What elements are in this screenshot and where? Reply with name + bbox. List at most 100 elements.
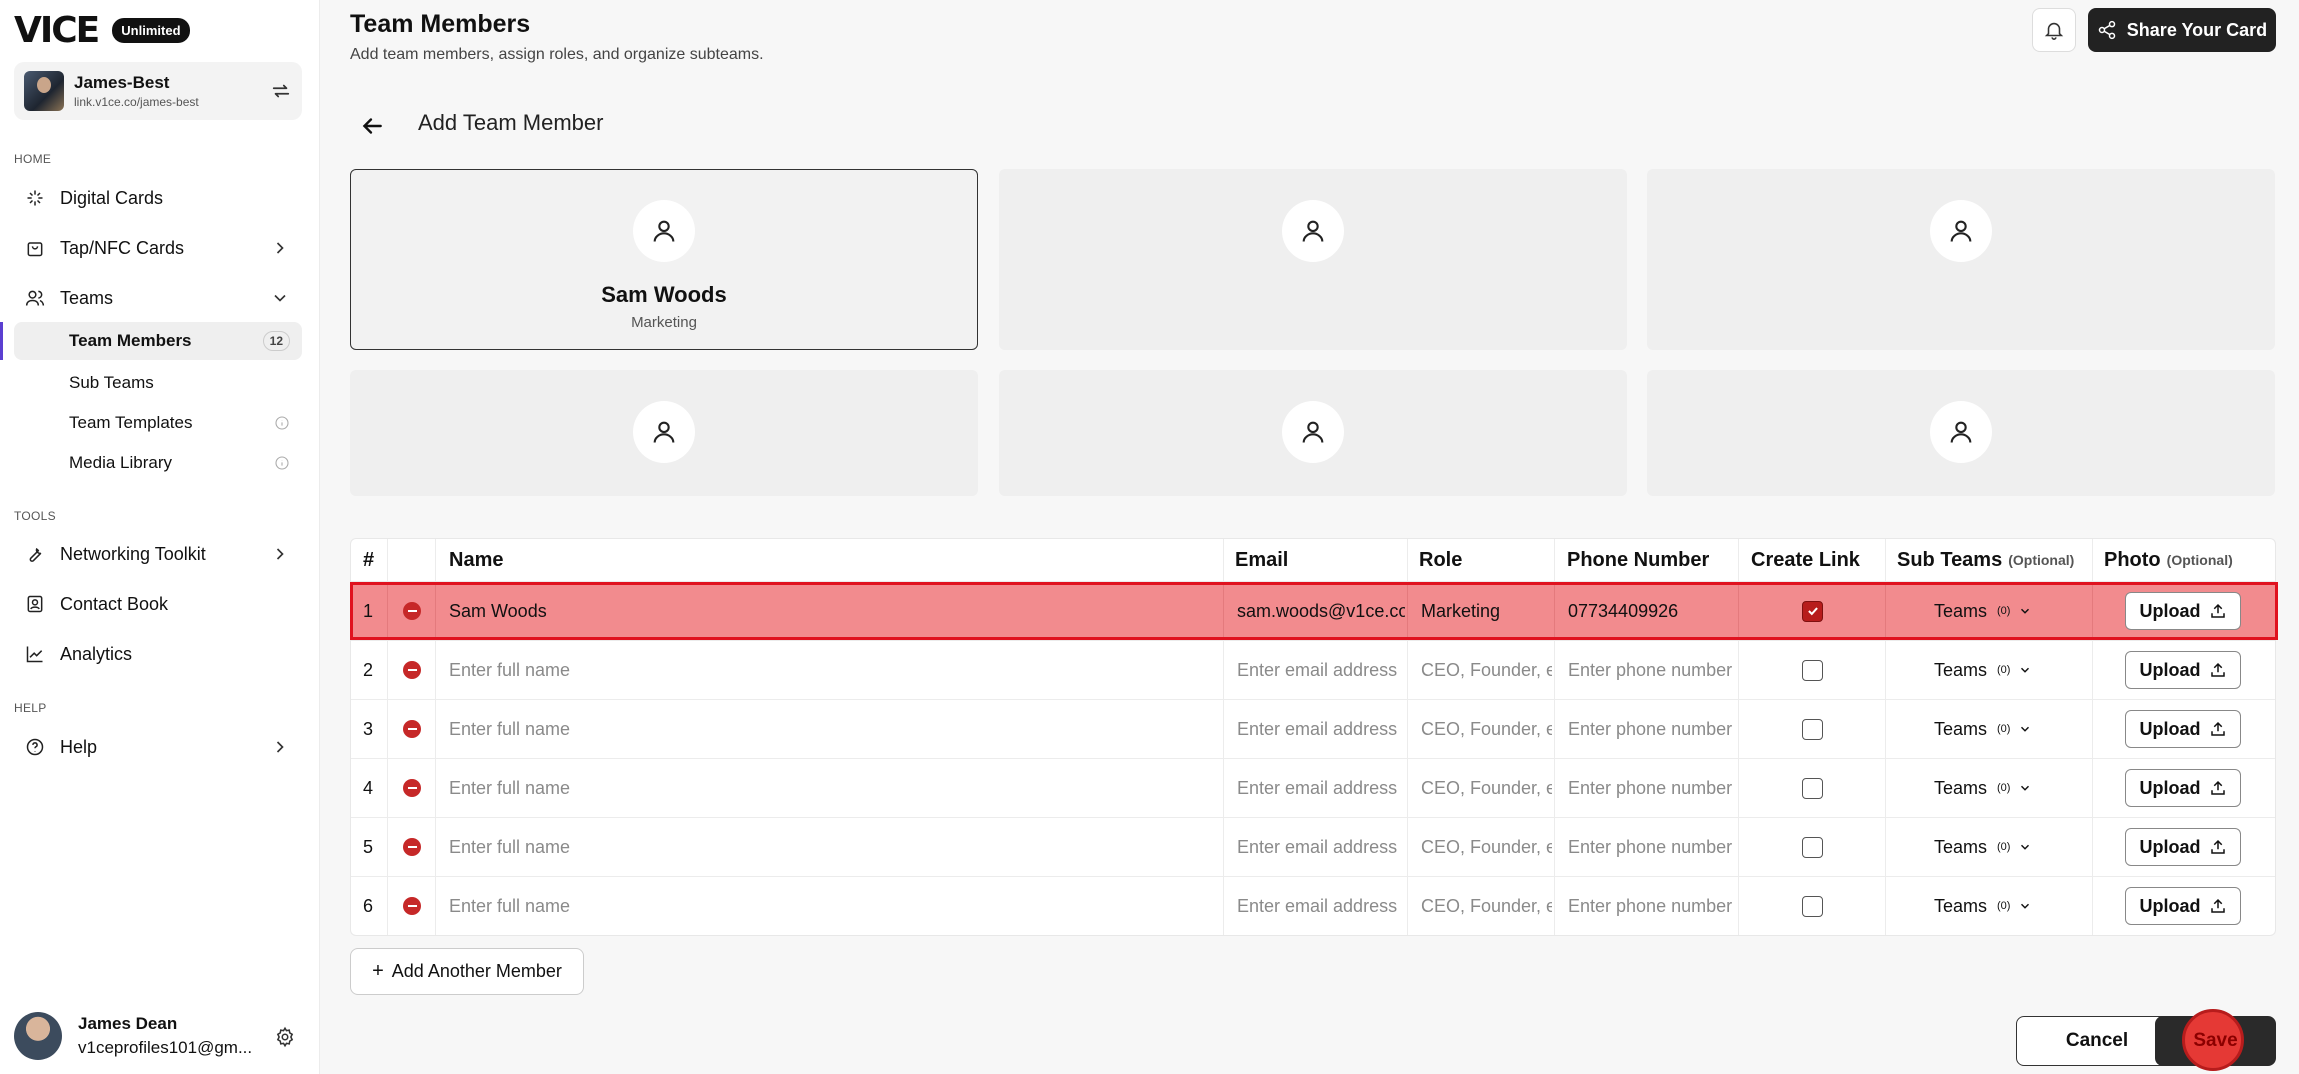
vice-logo[interactable]: VICE (14, 10, 100, 51)
remove-row-button[interactable] (403, 582, 421, 640)
sidebar: VICE Unlimited James-Best link.v1ce.co/j… (0, 0, 320, 1074)
member-preview-card[interactable] (1647, 370, 2275, 496)
nav-label: Help (60, 736, 98, 757)
teams-count: (0) (1997, 664, 2011, 676)
member-preview-card[interactable]: Sam Woods Marketing (350, 169, 978, 350)
email-input-placeholder: Enter email address (1237, 895, 1398, 916)
create-link-checkbox[interactable] (1802, 641, 1823, 699)
upload-photo-button[interactable]: Upload (2125, 641, 2241, 699)
sidebar-item-sub-teams[interactable]: Sub Teams (14, 364, 302, 402)
role-input[interactable]: CEO, Founder, etc. (1409, 818, 1552, 876)
phone-input[interactable]: Enter phone number (1556, 641, 1736, 699)
col-header-sub-teams: Sub Teams (Optional) (1897, 539, 2074, 581)
create-link-checkbox[interactable] (1802, 700, 1823, 758)
minus-circle-icon (403, 720, 421, 738)
save-button[interactable]: Save (2155, 1009, 2276, 1071)
sidebar-item-team-members[interactable]: Team Members 12 (14, 322, 302, 360)
sub-teams-dropdown[interactable]: Teams (0) (1934, 582, 2032, 640)
nav-label: Networking Toolkit (60, 543, 206, 564)
gear-icon[interactable] (274, 1026, 296, 1048)
upload-icon (2210, 721, 2225, 736)
user-profile[interactable]: James Dean v1ceprofiles101@gm... (14, 1008, 304, 1064)
member-preview-card[interactable] (350, 370, 978, 496)
upload-photo-button[interactable]: Upload (2125, 877, 2241, 935)
member-preview-card[interactable] (999, 169, 1627, 350)
role-input[interactable]: CEO, Founder, etc. (1409, 700, 1552, 758)
upload-photo-button[interactable]: Upload (2125, 818, 2241, 876)
nav-help[interactable]: Help (14, 727, 302, 767)
create-link-checkbox[interactable] (1802, 818, 1823, 876)
sub-teams-dropdown[interactable]: Teams (0) (1934, 641, 2032, 699)
sub-teams-dropdown[interactable]: Teams (0) (1934, 877, 2032, 935)
col-header-num: # (363, 548, 375, 571)
email-input[interactable]: Enter email address (1225, 818, 1405, 876)
role-input[interactable]: Marketing (1409, 582, 1552, 640)
email-input[interactable]: Enter email address (1225, 700, 1405, 758)
arrow-left-icon (362, 118, 382, 134)
remove-row-button[interactable] (403, 700, 421, 758)
email-input[interactable]: sam.woods@v1ce.co (1225, 582, 1405, 640)
add-another-member-button[interactable]: + Add Another Member (350, 948, 584, 995)
sub-teams-dropdown[interactable]: Teams (0) (1934, 700, 2032, 758)
role-input[interactable]: CEO, Founder, etc. (1409, 759, 1552, 817)
phone-input[interactable]: Enter phone number (1556, 877, 1736, 935)
nav-label: Analytics (60, 643, 133, 664)
name-input[interactable]: Enter full name (437, 759, 1221, 817)
add-member-label: Add Another Member (391, 961, 562, 981)
sidebar-item-team-templates[interactable]: Team Templates (14, 404, 302, 442)
sidebar-item-media-library[interactable]: Media Library (14, 444, 302, 482)
checkbox-box (1802, 659, 1823, 681)
nav-digital-cards[interactable]: Digital Cards (14, 178, 302, 218)
name-input[interactable]: Enter full name (437, 877, 1221, 935)
nav-analytics[interactable]: Analytics (14, 634, 302, 674)
active-indicator (0, 322, 3, 360)
email-input-placeholder: Enter email address (1237, 777, 1398, 798)
phone-input-value: 07734409926 (1568, 600, 1679, 621)
upload-photo-button[interactable]: Upload (2125, 700, 2241, 758)
notifications-button[interactable] (2032, 8, 2076, 52)
email-input[interactable]: Enter email address (1225, 759, 1405, 817)
role-input[interactable]: CEO, Founder, etc. (1409, 641, 1552, 699)
remove-row-button[interactable] (403, 818, 421, 876)
name-input[interactable]: Enter full name (437, 641, 1221, 699)
remove-row-button[interactable] (403, 877, 421, 935)
role-input[interactable]: CEO, Founder, etc. (1409, 877, 1552, 935)
chevron-right-icon (276, 242, 284, 254)
header-text: Sub Teams (1897, 548, 2003, 571)
minus-circle-icon (403, 838, 421, 856)
back-button[interactable] (352, 106, 392, 146)
account-switcher[interactable]: James-Best link.v1ce.co/james-best (14, 62, 302, 120)
switch-account-icon[interactable] (270, 80, 292, 102)
name-input[interactable]: Enter full name (437, 818, 1221, 876)
create-link-checkbox[interactable] (1802, 759, 1823, 817)
member-preview-card[interactable] (999, 370, 1627, 496)
email-input[interactable]: Enter email address (1225, 641, 1405, 699)
name-input[interactable]: Enter full name (437, 700, 1221, 758)
upload-photo-button[interactable]: Upload (2125, 759, 2241, 817)
email-input[interactable]: Enter email address (1225, 877, 1405, 935)
remove-row-button[interactable] (403, 641, 421, 699)
nav-contact-book[interactable]: Contact Book (14, 584, 302, 624)
phone-input[interactable]: Enter phone number (1556, 818, 1736, 876)
teams-label: Teams (1934, 659, 1988, 680)
create-link-checkbox[interactable] (1802, 582, 1823, 640)
cancel-button[interactable]: Cancel (2016, 1016, 2178, 1066)
share-card-button[interactable]: Share Your Card (2088, 8, 2276, 52)
create-link-checkbox[interactable] (1802, 877, 1823, 935)
row-number: 4 (363, 777, 374, 798)
remove-row-button[interactable] (403, 759, 421, 817)
phone-input[interactable]: Enter phone number (1556, 700, 1736, 758)
role-input-placeholder: CEO, Founder, etc. (1421, 777, 1552, 798)
nav-teams[interactable]: Teams (14, 278, 302, 318)
member-preview-card[interactable] (1647, 169, 2275, 350)
phone-input[interactable]: Enter phone number (1556, 759, 1736, 817)
upload-photo-button[interactable]: Upload (2125, 582, 2241, 640)
sub-teams-dropdown[interactable]: Teams (0) (1934, 759, 2032, 817)
phone-input[interactable]: 07734409926 (1556, 582, 1736, 640)
name-input[interactable]: Sam Woods (437, 582, 1221, 640)
nav-networking-toolkit[interactable]: Networking Toolkit (14, 534, 302, 574)
table-row: 5 Enter full name Enter email address CEO, … (351, 817, 2275, 876)
info-icon (275, 456, 289, 470)
sub-teams-dropdown[interactable]: Teams (0) (1934, 818, 2032, 876)
nav-tap-nfc-cards[interactable]: Tap/NFC Cards (14, 228, 302, 268)
